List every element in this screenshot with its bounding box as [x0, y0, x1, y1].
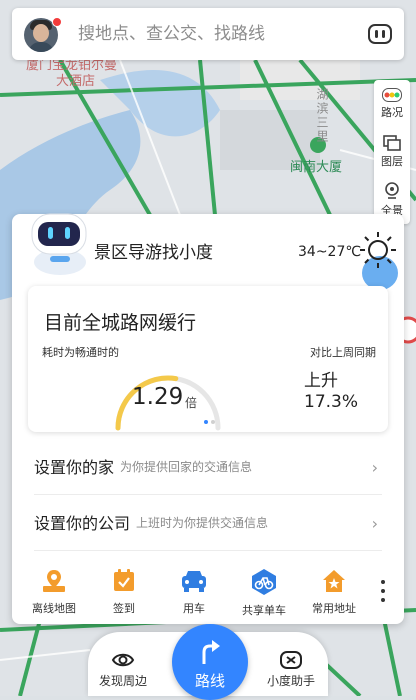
setting-home[interactable]: 设置你的家 为你提供回家的交通信息 ›: [34, 438, 382, 495]
quick-bike-share[interactable]: 共享单车: [234, 568, 294, 618]
quick-car-label: 用车: [183, 602, 205, 615]
traffic-status: 目前全城路网缓行: [44, 312, 197, 334]
setting-company-subtitle: 上班时为你提供交通信息: [136, 515, 269, 530]
setting-home-title: 设置你的家: [34, 458, 115, 477]
traffic-light-icon: [382, 88, 402, 102]
route-button[interactable]: 路线: [172, 624, 248, 700]
ratio-label: 耗时为畅通时的: [42, 346, 119, 359]
chevron-right-icon: ›: [371, 514, 378, 533]
quick-common-address[interactable]: 常用地址: [304, 568, 364, 616]
quick-offline-map-label: 离线地图: [32, 602, 76, 615]
search-bar[interactable]: 搜地点、查公交、找路线: [12, 8, 404, 60]
pager-dot: [211, 420, 215, 424]
car-icon: [182, 571, 206, 592]
quick-checkin[interactable]: 签到: [94, 568, 154, 616]
route-label: 路线: [194, 672, 225, 690]
notification-dot: [52, 17, 62, 27]
calendar-check-icon: [114, 569, 134, 591]
quick-bike-share-label: 共享单车: [242, 604, 286, 617]
discover-nearby-label: 发现周边: [98, 674, 147, 688]
robot-icon[interactable]: [26, 206, 94, 276]
avatar-body: [28, 42, 54, 52]
tool-layers-label: 图层: [381, 155, 403, 168]
assistant-label: 小度助手: [266, 674, 315, 688]
avatar-face: [33, 24, 49, 42]
quick-car[interactable]: 用车: [164, 568, 224, 616]
tool-traffic[interactable]: 路况: [374, 80, 410, 128]
compare-percent: 17.3%: [304, 392, 359, 412]
assistant-button[interactable]: 小度助手: [256, 650, 326, 689]
quick-common-address-label: 常用地址: [312, 602, 356, 615]
quick-offline-map[interactable]: 离线地图: [24, 568, 84, 616]
ratio-unit: 倍: [185, 396, 198, 410]
chevron-right-icon: ›: [371, 458, 378, 477]
bicycle-icon: [252, 569, 276, 595]
map-poi-hotel-line2: 大酒店: [56, 74, 96, 89]
quick-actions: 离线地图 签到 用车 共享单车 常用地址: [12, 560, 404, 624]
home-star-icon: [323, 570, 345, 592]
map-poi-hotel[interactable]: 厦门宝龙铂尔曼 大酒店: [26, 58, 117, 90]
traffic-panel[interactable]: 目前全城路网缓行 耗时为畅通时的 对比上周同期 1.29 倍 上升 17.3%: [28, 286, 388, 432]
map-tools: 路况 图层 全景: [374, 80, 410, 224]
sun-icon: [360, 232, 396, 268]
tool-layers[interactable]: 图层: [374, 128, 410, 176]
map-poi-building[interactable]: 闽南大厦: [290, 156, 342, 175]
weather-temperature: 34~27℃: [298, 244, 362, 260]
pager-dots: [204, 420, 218, 426]
map-road-label: 湖滨三里: [315, 88, 329, 144]
setting-company-title: 设置你的公司: [34, 514, 131, 533]
quick-checkin-label: 签到: [113, 602, 135, 615]
guide-title[interactable]: 景区导游找小度: [94, 238, 213, 263]
setting-company[interactable]: 设置你的公司 上班时为你提供交通信息 ›: [34, 494, 382, 551]
ratio-value: 1.29: [132, 384, 184, 410]
compare-trend: 上升: [304, 371, 338, 391]
discover-nearby-button[interactable]: 发现周边: [88, 650, 158, 689]
guide-card: 景区导游找小度 34~27℃ 目前全城路网缓行 耗时为畅通时的 对比上周同期 1…: [12, 213, 404, 624]
tool-traffic-label: 路况: [381, 106, 403, 119]
assistant-icon: [280, 651, 302, 669]
offline-map-icon: [43, 570, 65, 592]
turn-arrow-icon: [202, 640, 220, 664]
layers-icon: [383, 135, 401, 151]
map-poi-hotel-line1: 厦门宝龙铂尔曼: [26, 58, 118, 73]
compare-label: 对比上周同期: [310, 346, 376, 359]
eye-icon: [111, 653, 135, 667]
more-icon[interactable]: [380, 580, 386, 604]
voice-assistant-icon[interactable]: [368, 23, 392, 45]
location-pin-icon: [385, 182, 399, 199]
setting-home-subtitle: 为你提供回家的交通信息: [120, 459, 253, 474]
search-input[interactable]: 搜地点、查公交、找路线: [78, 8, 265, 60]
pager-dot-active: [204, 420, 208, 424]
bottom-nav: 发现周边 路线 小度助手: [88, 624, 328, 700]
